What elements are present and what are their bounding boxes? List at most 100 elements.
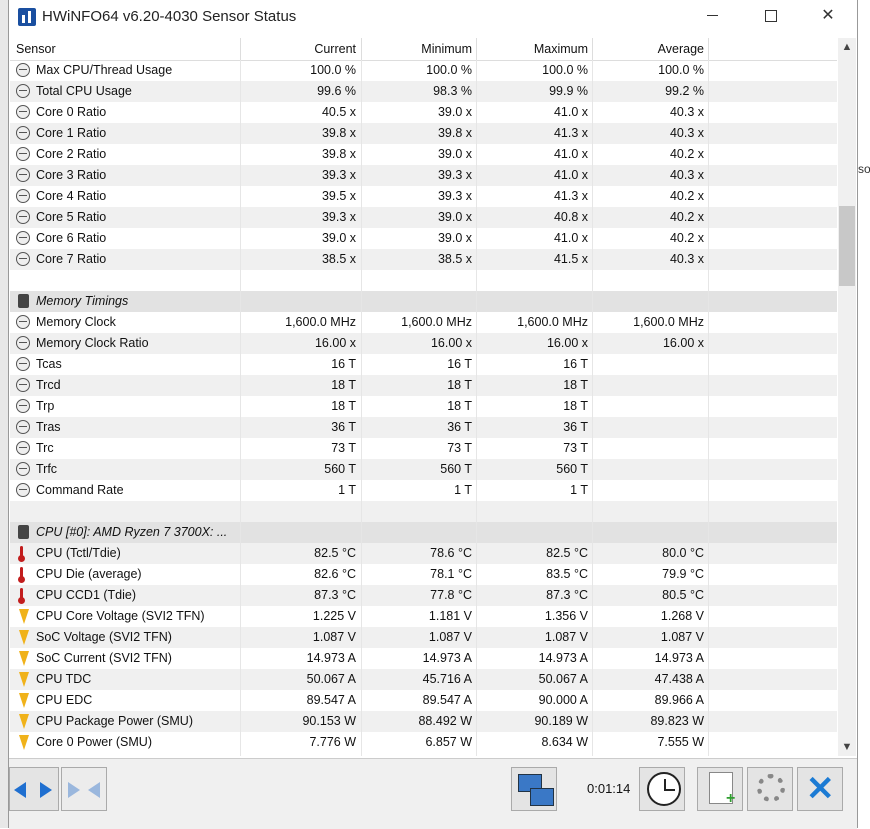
settings-button[interactable] (747, 767, 793, 811)
col-current[interactable]: Current (314, 42, 356, 56)
clock-sensor-icon (16, 378, 30, 392)
maximum-value: 1,600.0 MHz (517, 315, 588, 329)
maximum-value: 18 T (563, 399, 588, 413)
clock-sensor-icon (16, 483, 30, 497)
table-row[interactable]: SoC Current (SVI2 TFN) 14.973 A 14.973 A 14… (10, 648, 837, 669)
clock-sensor-icon (16, 63, 30, 77)
section-header-row[interactable]: CPU [#0]: AMD Ryzen 7 3700X: ... (10, 522, 837, 543)
minimum-value: 18 T (447, 399, 472, 413)
table-row[interactable]: CPU Core Voltage (SVI2 TFN) 1.225 V 1.181 … (10, 606, 837, 627)
table-row[interactable]: Core 4 Ratio 39.5 x 39.3 x 41.3 x 40.2 x (10, 186, 837, 207)
table-row[interactable]: CPU Die (average) 82.6 °C 78.1 °C 83.5 °C 79… (10, 564, 837, 585)
lightning-icon (19, 693, 29, 708)
table-row[interactable]: Tras 36 T 36 T 36 T (10, 417, 837, 438)
current-value: 100.0 % (310, 63, 356, 77)
col-maximum[interactable]: Maximum (534, 42, 588, 56)
table-row[interactable]: Core 1 Ratio 39.8 x 39.8 x 41.3 x 40.3 x (10, 123, 837, 144)
table-row[interactable]: Tcas 16 T 16 T 16 T (10, 354, 837, 375)
table-row[interactable]: Trc 73 T 73 T 73 T (10, 438, 837, 459)
table-row[interactable] (10, 501, 837, 522)
collapse-columns-button[interactable] (61, 767, 107, 811)
current-value: 14.973 A (306, 651, 356, 665)
minimum-value: 1.087 V (428, 630, 472, 644)
close-sensors-button[interactable]: ✕ (797, 767, 843, 811)
scroll-down-icon[interactable]: ▼ (838, 738, 856, 756)
table-row[interactable]: CPU (Tctl/Tdie) 82.5 °C 78.6 °C 82.5 °C 80.0… (10, 543, 837, 564)
table-row[interactable]: Memory Clock Ratio 16.00 x 16.00 x 16.00 x 1… (10, 333, 837, 354)
clock-sensor-icon (16, 420, 30, 434)
vertical-scrollbar[interactable]: ▲ ▼ (838, 38, 856, 756)
table-row[interactable]: Core 7 Ratio 38.5 x 38.5 x 41.5 x 40.3 x (10, 249, 837, 270)
table-row[interactable]: Total CPU Usage 99.6 % 98.3 % 99.9 % 99.2 % (10, 81, 837, 102)
header-divider[interactable] (708, 38, 709, 60)
minimize-button[interactable] (683, 0, 741, 32)
minimum-value: 39.0 x (437, 231, 472, 245)
average-value: 1.087 V (660, 630, 704, 644)
table-row[interactable]: Trcd 18 T 18 T 18 T (10, 375, 837, 396)
clock-sensor-icon (16, 231, 30, 245)
minimum-value: 39.8 x (437, 126, 472, 140)
lightning-icon (19, 714, 29, 729)
table-row[interactable]: Core 6 Ratio 39.0 x 39.0 x 41.0 x 40.2 x (10, 228, 837, 249)
logging-start-button[interactable]: + (697, 767, 743, 811)
average-value: 1,600.0 MHz (633, 315, 704, 329)
current-value: 1.225 V (312, 609, 356, 623)
section-header-row[interactable]: Memory Timings (10, 291, 837, 312)
table-row[interactable] (10, 270, 837, 291)
table-row[interactable]: Trfc 560 T 560 T 560 T (10, 459, 837, 480)
sensor-name: Core 6 Ratio (36, 231, 107, 245)
maximum-value: 100.0 % (542, 63, 588, 77)
minimum-value: 98.3 % (433, 84, 472, 98)
bottom-toolbar: 0:01:14 + ✕ (9, 758, 857, 829)
header-divider[interactable] (361, 38, 362, 60)
arrow-in-right-icon (88, 782, 100, 798)
table-row[interactable]: Memory Clock 1,600.0 MHz 1,600.0 MHz 1,600.… (10, 312, 837, 333)
background-edge-text: so (858, 162, 870, 176)
sensor-name: Core 5 Ratio (36, 210, 107, 224)
table-row[interactable]: Core 3 Ratio 39.3 x 39.3 x 41.0 x 40.3 x (10, 165, 837, 186)
maximize-button[interactable] (741, 0, 799, 32)
maximum-value: 41.0 x (553, 231, 588, 245)
col-average[interactable]: Average (658, 42, 704, 56)
minimum-value: 39.0 x (437, 147, 472, 161)
maximum-value: 36 T (563, 420, 588, 434)
sensor-name: CPU [#0]: AMD Ryzen 7 3700X: ... (36, 525, 228, 539)
title-bar[interactable]: HWiNFO64 v6.20-4030 Sensor Status ✕ (9, 0, 857, 34)
header-divider[interactable] (240, 38, 241, 60)
header-divider[interactable] (476, 38, 477, 60)
scrollbar-thumb[interactable] (839, 206, 855, 286)
sensor-name: SoC Current (SVI2 TFN) (36, 651, 172, 665)
expand-columns-button[interactable] (9, 767, 59, 811)
sensor-name: Tcas (36, 357, 62, 371)
table-row[interactable]: CPU TDC 50.067 A 45.716 A 50.067 A 47.438 A (10, 669, 837, 690)
header-divider[interactable] (592, 38, 593, 60)
reset-timer-button[interactable] (639, 767, 685, 811)
table-row[interactable]: Trp 18 T 18 T 18 T (10, 396, 837, 417)
current-value: 1 T (338, 483, 356, 497)
clock-sensor-icon (16, 357, 30, 371)
col-minimum[interactable]: Minimum (421, 42, 472, 56)
table-row[interactable]: Core 2 Ratio 39.8 x 39.0 x 41.0 x 40.2 x (10, 144, 837, 165)
lightning-icon (19, 609, 29, 624)
table-row[interactable]: Command Rate 1 T 1 T 1 T (10, 480, 837, 501)
current-value: 90.153 W (302, 714, 356, 728)
scroll-up-icon[interactable]: ▲ (838, 38, 856, 56)
col-sensor[interactable]: Sensor (16, 42, 56, 56)
average-value: 40.2 x (669, 231, 704, 245)
close-window-button[interactable]: ✕ (799, 0, 857, 32)
minimum-value: 38.5 x (437, 252, 472, 266)
table-row[interactable]: Max CPU/Thread Usage 100.0 % 100.0 % 100.0 … (10, 60, 837, 81)
maximum-value: 99.9 % (549, 84, 588, 98)
table-row[interactable]: SoC Voltage (SVI2 TFN) 1.087 V 1.087 V 1.08… (10, 627, 837, 648)
clock-sensor-icon (16, 336, 30, 350)
average-value: 80.5 °C (662, 588, 704, 602)
table-row[interactable]: CPU EDC 89.547 A 89.547 A 90.000 A 89.966 A (10, 690, 837, 711)
minimum-value: 16.00 x (430, 336, 472, 350)
table-row[interactable]: Core 0 Power (SMU) 7.776 W 6.857 W 8.634 W 7… (10, 732, 837, 753)
table-row[interactable]: Core 5 Ratio 39.3 x 39.0 x 40.8 x 40.2 x (10, 207, 837, 228)
clock-sensor-icon (16, 147, 30, 161)
table-row[interactable]: CPU CCD1 (Tdie) 87.3 °C 77.8 °C 87.3 °C 80.5… (10, 585, 837, 606)
table-row[interactable]: CPU Package Power (SMU) 90.153 W 88.492 W 9… (10, 711, 837, 732)
network-button[interactable] (511, 767, 557, 811)
table-row[interactable]: Core 0 Ratio 40.5 x 39.0 x 41.0 x 40.3 x (10, 102, 837, 123)
